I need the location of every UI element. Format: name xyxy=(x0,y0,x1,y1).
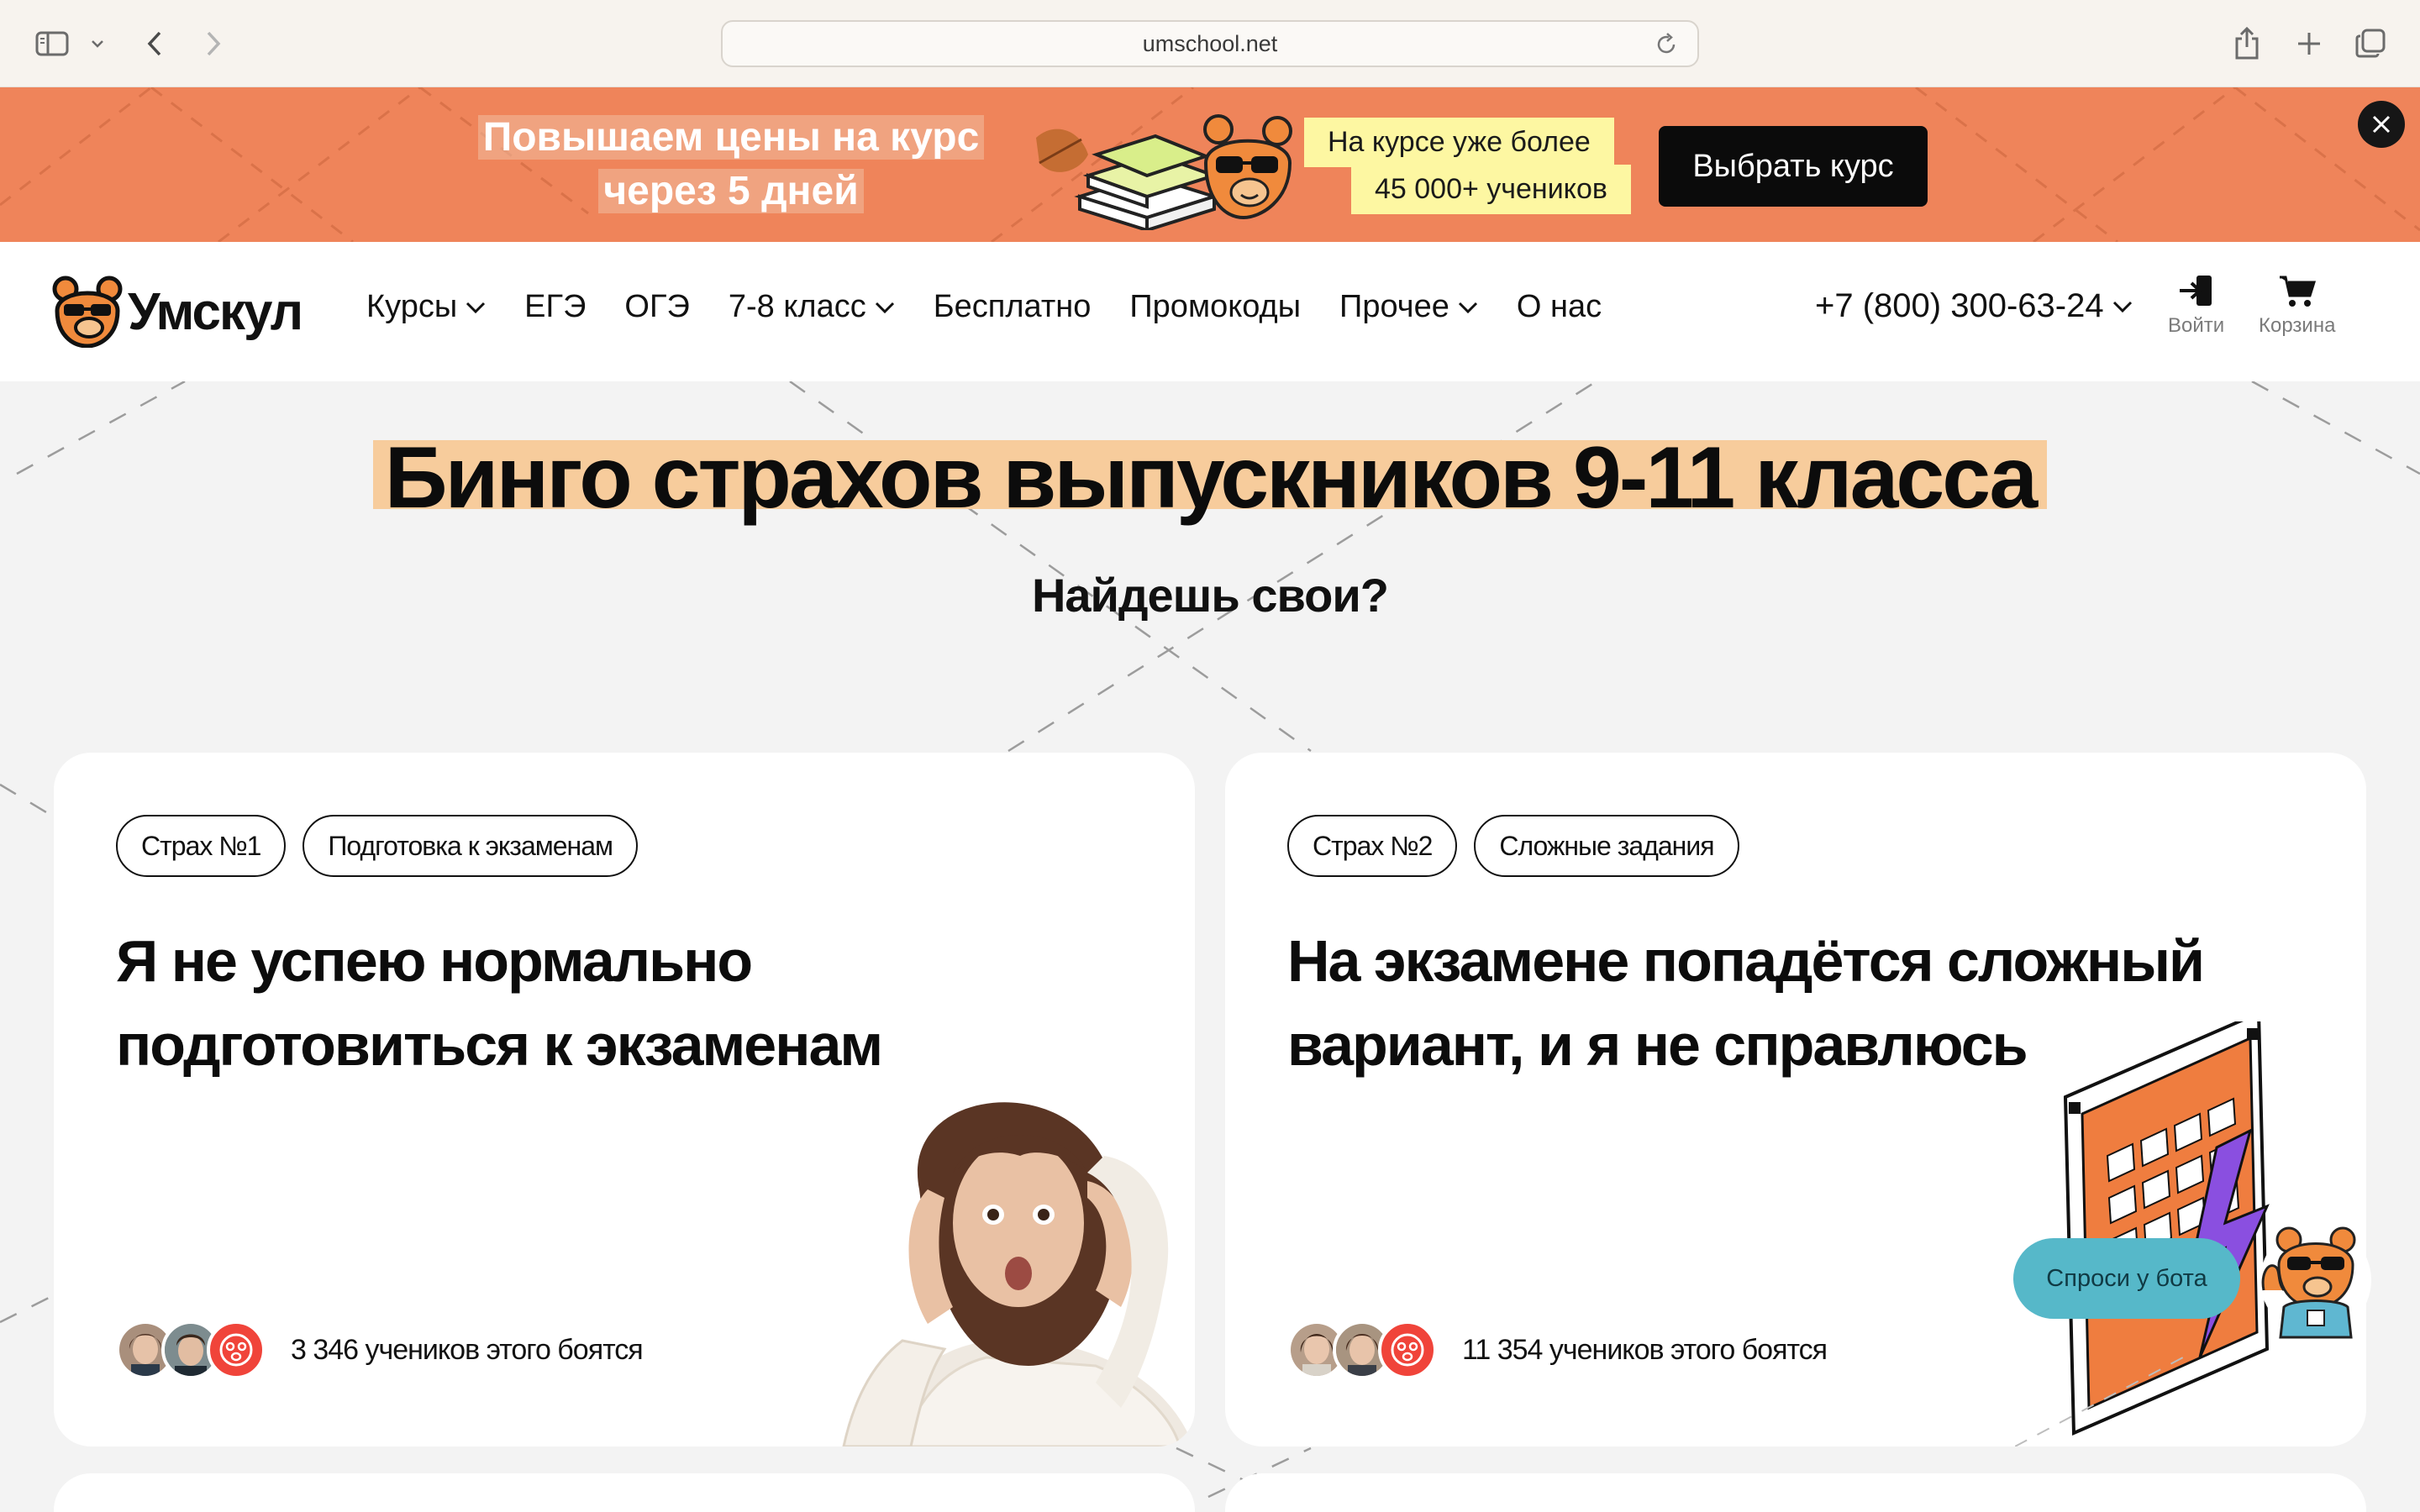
choose-course-button[interactable]: Выбрать курс xyxy=(1659,126,1928,207)
url-text: umschool.net xyxy=(1142,30,1278,56)
main-content: Бинго страхов выпускников 9-11 класса На… xyxy=(0,381,2420,1512)
scared-emoji-icon xyxy=(1378,1320,1437,1379)
nav-item-courses[interactable]: Курсы xyxy=(366,289,486,325)
banner-headline: Повышаем цены на курс через 5 дней xyxy=(471,111,992,218)
card-footer: 11 354 учеников этого боятся xyxy=(1287,1320,1828,1379)
chevron-down-icon xyxy=(1458,302,1477,313)
ask-bot-button[interactable]: Спроси у бота xyxy=(2013,1238,2240,1319)
bot-bear-avatar[interactable] xyxy=(2259,1215,2373,1341)
new-tab-icon[interactable] xyxy=(2292,22,2326,66)
card-title-line-2: подготовиться к экзаменам xyxy=(116,1012,883,1078)
close-banner-button[interactable] xyxy=(2358,101,2405,148)
logo-text: Умскул xyxy=(128,282,303,341)
nav-item-other[interactable]: Прочее xyxy=(1339,289,1478,325)
banner-line-1: Повышаем цены на курс xyxy=(477,115,985,160)
chevron-down-icon[interactable] xyxy=(87,22,108,66)
fear-card-3[interactable] xyxy=(54,1473,1195,1512)
nav-menu: Курсы ЕГЭ ОГЭ 7-8 класс Бесплатно Промок… xyxy=(366,289,1640,325)
fear-card-1[interactable]: Страх №1 Подготовка к экзаменам Я не усп… xyxy=(54,753,1195,1446)
nav-item-label: Промокоды xyxy=(1129,289,1302,324)
nav-item-about[interactable]: О нас xyxy=(1517,289,1602,325)
login-button[interactable]: Войти xyxy=(2168,274,2224,338)
nav-item-label: 7-8 класс xyxy=(728,289,866,324)
fear-number-tag[interactable]: Страх №2 xyxy=(1287,815,1458,877)
card-tags: Страх №2 Сложные задания xyxy=(1287,815,1756,877)
nav-item-oge[interactable]: ОГЭ xyxy=(624,289,689,325)
chevron-down-icon xyxy=(875,302,894,313)
login-label: Войти xyxy=(2168,314,2225,337)
card-title-line-1: Я не успею нормально xyxy=(116,928,753,994)
card-footer: 3 346 учеников этого боятся xyxy=(116,1320,644,1379)
nav-item-label: Бесплатно xyxy=(933,289,1092,324)
card-title: Я не успею нормально подготовиться к экз… xyxy=(116,919,1158,1087)
browser-toolbar: umschool.net xyxy=(0,0,2420,87)
card-title-line-1: На экзамене попадётся сложный xyxy=(1287,928,2205,994)
cart-label: Корзина xyxy=(2259,314,2336,337)
category-tag[interactable]: Сложные задания xyxy=(1474,815,1739,877)
cart-icon xyxy=(2279,276,2316,307)
avatar-group xyxy=(1287,1320,1437,1379)
stat-line-2: 45 000+ учеников xyxy=(1351,165,1631,214)
bear-books-illustration xyxy=(1036,114,1292,230)
fear-card-2[interactable]: Страх №2 Сложные задания На экзамене поп… xyxy=(1225,753,2366,1446)
promo-banner[interactable]: Повышаем цены на курс через 5 дней На ку… xyxy=(0,87,2420,242)
page-subtitle: Найдешь свои? xyxy=(1031,569,1389,622)
category-tag[interactable]: Подготовка к экзаменам xyxy=(302,815,638,877)
chevron-down-icon xyxy=(466,302,486,313)
cart-button[interactable]: Корзина xyxy=(2259,274,2335,338)
nav-item-label: О нас xyxy=(1516,289,1602,324)
nav-item-label: Прочее xyxy=(1339,289,1449,324)
login-icon xyxy=(2179,276,2212,306)
chevron-down-icon xyxy=(2112,301,2132,312)
reload-icon[interactable] xyxy=(1654,32,1679,63)
fear-card-4[interactable] xyxy=(1225,1473,2366,1512)
nav-item-ege[interactable]: ЕГЭ xyxy=(524,289,586,325)
scared-girl-photo xyxy=(842,1102,1194,1446)
close-icon xyxy=(2372,115,2391,134)
page-title-text: Бинго страхов выпускников 9-11 класса xyxy=(372,434,2048,522)
bear-logo-icon xyxy=(52,276,123,348)
page-title: Бинго страхов выпускников 9-11 класса xyxy=(0,434,2420,522)
nav-item-label: ЕГЭ xyxy=(524,289,587,324)
fear-count: 3 346 учеников этого боятся xyxy=(291,1333,644,1366)
nav-item-label: Курсы xyxy=(366,289,458,324)
nav-item-label: ОГЭ xyxy=(624,289,690,324)
stat-line-1: На курсе уже более xyxy=(1304,118,1614,167)
banner-line-2: через 5 дней xyxy=(598,169,864,213)
logo[interactable]: Умскул xyxy=(52,276,303,348)
scared-emoji-icon xyxy=(207,1320,266,1379)
nav-item-free[interactable]: Бесплатно xyxy=(934,289,1092,325)
fear-number-tag[interactable]: Страх №1 xyxy=(116,815,287,877)
main-nav: Умскул Курсы ЕГЭ ОГЭ 7-8 класс Бесплатно… xyxy=(0,242,2420,381)
card-tags: Страх №1 Подготовка к экзаменам xyxy=(116,815,655,877)
nav-item-promocodes[interactable]: Промокоды xyxy=(1129,289,1301,325)
students-stat: На курсе уже более 45 000+ учеников xyxy=(1304,118,1632,215)
share-icon[interactable] xyxy=(2230,22,2264,66)
back-icon[interactable] xyxy=(139,22,170,66)
avatar-group xyxy=(116,1320,266,1379)
sidebar-toggle-icon[interactable] xyxy=(32,22,72,66)
tab-overview-icon[interactable] xyxy=(2353,22,2388,66)
forward-icon[interactable] xyxy=(198,22,229,66)
phone-number: +7 (800) 300-63-24 xyxy=(1815,287,2104,324)
address-bar[interactable]: umschool.net xyxy=(721,20,1699,67)
phone-dropdown[interactable]: +7 (800) 300-63-24 xyxy=(1815,287,2133,325)
fear-count: 11 354 учеников этого боятся xyxy=(1462,1333,1828,1366)
nav-item-grade-7-8[interactable]: 7-8 класс xyxy=(729,289,895,325)
